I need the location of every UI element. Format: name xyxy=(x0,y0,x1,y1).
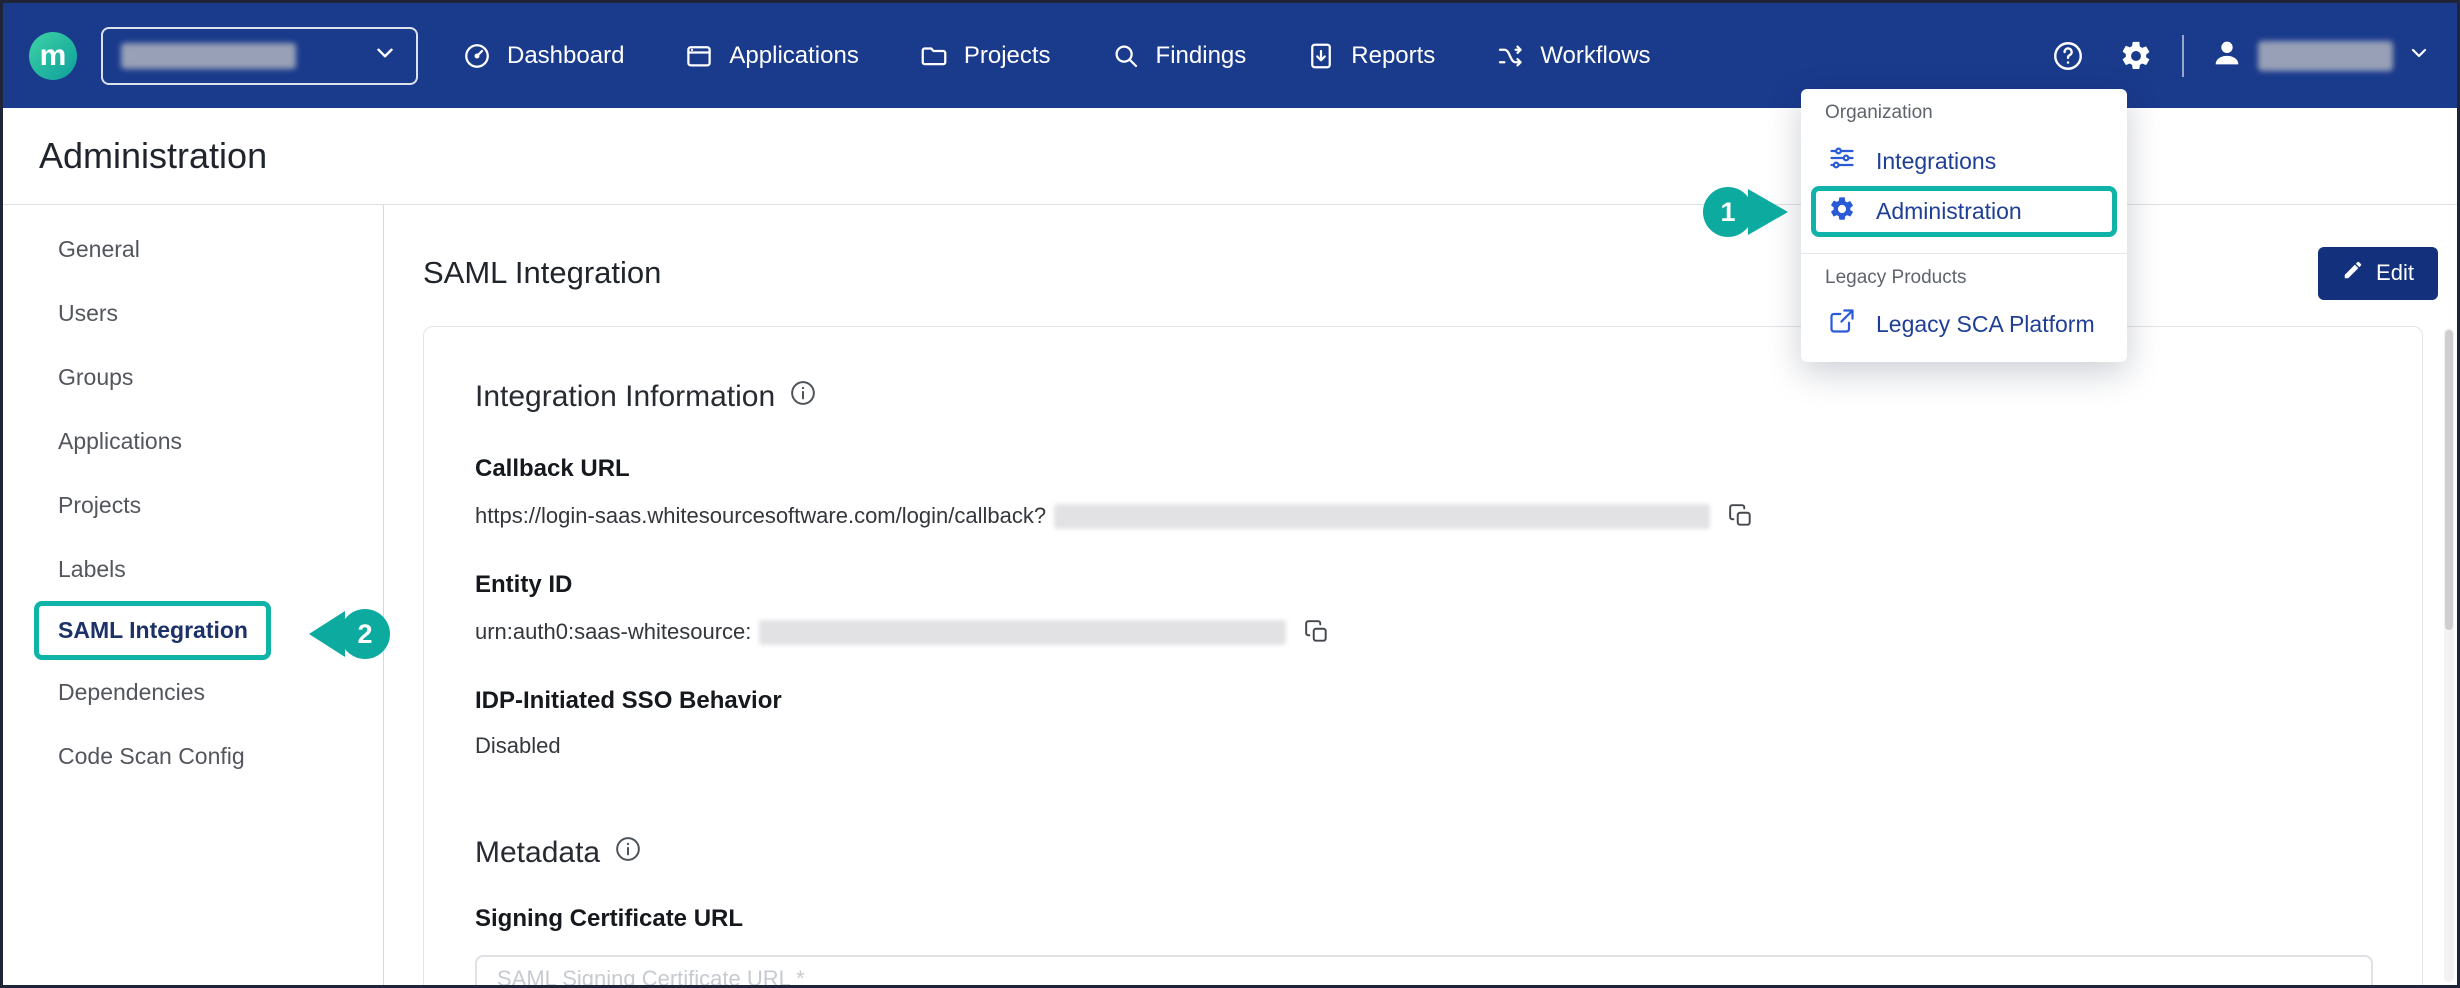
nav-right-cluster xyxy=(2048,35,2431,77)
info-icon[interactable] xyxy=(789,379,817,415)
sidebar-item-applications[interactable]: Applications xyxy=(3,409,383,473)
user-menu[interactable] xyxy=(2210,36,2431,75)
menu-item-administration[interactable]: Administration xyxy=(1816,191,2022,232)
primary-nav: Dashboard Applications Projects Findings xyxy=(462,41,1651,71)
menu-item-label: Integrations xyxy=(1876,148,1996,175)
menu-item-label: Administration xyxy=(1876,198,2022,225)
nav-item-reports[interactable]: Reports xyxy=(1306,41,1435,71)
sidebar-item-groups[interactable]: Groups xyxy=(3,345,383,409)
signing-cert-input[interactable] xyxy=(475,955,2373,988)
external-link-icon xyxy=(1828,307,1856,341)
admin-sidebar: General Users Groups Applications Projec… xyxy=(3,205,384,985)
vertical-scrollbar[interactable] xyxy=(2444,328,2454,982)
menu-item-label: Legacy SCA Platform xyxy=(1876,311,2095,338)
user-avatar-icon xyxy=(2210,36,2244,75)
menu-item-integrations[interactable]: Integrations xyxy=(1801,137,2127,185)
metadata-section: Metadata Signing Certificate URL xyxy=(475,835,2373,988)
sliders-icon xyxy=(1828,144,1856,178)
app-window: m Dashboard Applications xyxy=(0,0,2460,988)
menu-section-legacy: Legacy Products xyxy=(1801,266,2127,290)
sidebar-item-general[interactable]: General xyxy=(3,217,383,281)
nav-item-applications[interactable]: Applications xyxy=(684,41,858,71)
settings-dropdown-menu: Organization Integrations Administration… xyxy=(1801,89,2127,362)
dashboard-icon xyxy=(462,41,492,71)
edit-button[interactable]: Edit xyxy=(2318,247,2438,300)
nav-label: Workflows xyxy=(1540,42,1650,70)
org-name-redacted xyxy=(121,43,296,69)
menu-item-legacy-sca[interactable]: Legacy SCA Platform xyxy=(1801,300,2127,348)
info-icon[interactable] xyxy=(614,835,642,871)
sidebar-item-saml-integration[interactable]: SAML Integration xyxy=(34,601,271,660)
annotation-arrow-2 xyxy=(309,611,345,657)
entity-id-label: Entity ID xyxy=(475,571,2373,599)
nav-label: Reports xyxy=(1351,42,1435,70)
org-selector[interactable] xyxy=(101,27,418,85)
sidebar-item-labels[interactable]: Labels xyxy=(3,537,383,601)
integration-info-heading-text: Integration Information xyxy=(475,380,775,414)
help-icon xyxy=(2051,39,2085,73)
sidebar-item-projects[interactable]: Projects xyxy=(3,473,383,537)
edit-button-label: Edit xyxy=(2376,260,2414,286)
copy-entity-button[interactable] xyxy=(1302,617,1332,647)
signing-cert-label: Signing Certificate URL xyxy=(475,905,2373,933)
applications-icon xyxy=(684,41,714,71)
nav-item-dashboard[interactable]: Dashboard xyxy=(462,41,624,71)
metadata-heading: Metadata xyxy=(475,835,2373,871)
entity-id-value: urn:auth0:saas-whitesource: xyxy=(475,619,751,645)
username-redacted xyxy=(2258,41,2393,71)
report-document-icon xyxy=(1306,41,1336,71)
nav-item-workflows[interactable]: Workflows xyxy=(1495,41,1650,71)
gear-icon xyxy=(2119,39,2153,73)
sidebar-item-code-scan-config[interactable]: Code Scan Config xyxy=(3,724,383,788)
idp-sso-value: Disabled xyxy=(475,733,2373,759)
help-button[interactable] xyxy=(2048,36,2088,76)
search-icon xyxy=(1111,41,1141,71)
annotation-step-2: 2 xyxy=(340,609,390,659)
metadata-heading-text: Metadata xyxy=(475,836,600,870)
mend-logo-icon: m xyxy=(29,32,77,80)
chevron-down-icon xyxy=(372,40,398,71)
scrollbar-thumb[interactable] xyxy=(2445,330,2453,630)
nav-label: Applications xyxy=(729,42,858,70)
nav-divider xyxy=(2182,35,2184,77)
integration-info-heading: Integration Information xyxy=(475,379,2373,415)
nav-item-projects[interactable]: Projects xyxy=(919,41,1051,71)
section-title: SAML Integration xyxy=(423,255,661,291)
administration-highlight-box: Administration xyxy=(1811,186,2117,237)
entity-id-row: urn:auth0:saas-whitesource: xyxy=(475,617,2373,647)
menu-divider xyxy=(1801,253,2127,254)
callback-url-value: https://login-saas.whitesourcesoftware.c… xyxy=(475,503,1046,529)
annotation-step-1: 1 xyxy=(1703,187,1753,237)
idp-sso-label: IDP-Initiated SSO Behavior xyxy=(475,687,2373,715)
pencil-icon xyxy=(2342,259,2364,287)
main-content: SAML Integration Edit Integration Inform… xyxy=(384,205,2460,985)
nav-item-findings[interactable]: Findings xyxy=(1111,41,1247,71)
annotation-arrow-1 xyxy=(1748,189,1788,235)
callback-url-label: Callback URL xyxy=(475,455,2373,483)
callback-url-redacted xyxy=(1054,504,1710,529)
chevron-down-icon xyxy=(2407,41,2431,70)
saml-card: Integration Information Callback URL htt… xyxy=(423,326,2423,988)
nav-label: Dashboard xyxy=(507,42,624,70)
main-head: SAML Integration Edit xyxy=(423,245,2460,301)
sidebar-item-dependencies[interactable]: Dependencies xyxy=(3,660,383,724)
menu-section-organization: Organization xyxy=(1801,101,2127,125)
copy-callback-button[interactable] xyxy=(1726,501,1756,531)
workflow-shuffle-icon xyxy=(1495,41,1525,71)
settings-button[interactable] xyxy=(2116,36,2156,76)
callback-url-row: https://login-saas.whitesourcesoftware.c… xyxy=(475,501,2373,531)
sidebar-item-users[interactable]: Users xyxy=(3,281,383,345)
entity-id-redacted xyxy=(759,620,1286,645)
folder-icon xyxy=(919,41,949,71)
page-title: Administration xyxy=(39,135,267,177)
gear-icon xyxy=(1828,195,1856,229)
nav-label: Projects xyxy=(964,42,1051,70)
nav-label: Findings xyxy=(1156,42,1247,70)
